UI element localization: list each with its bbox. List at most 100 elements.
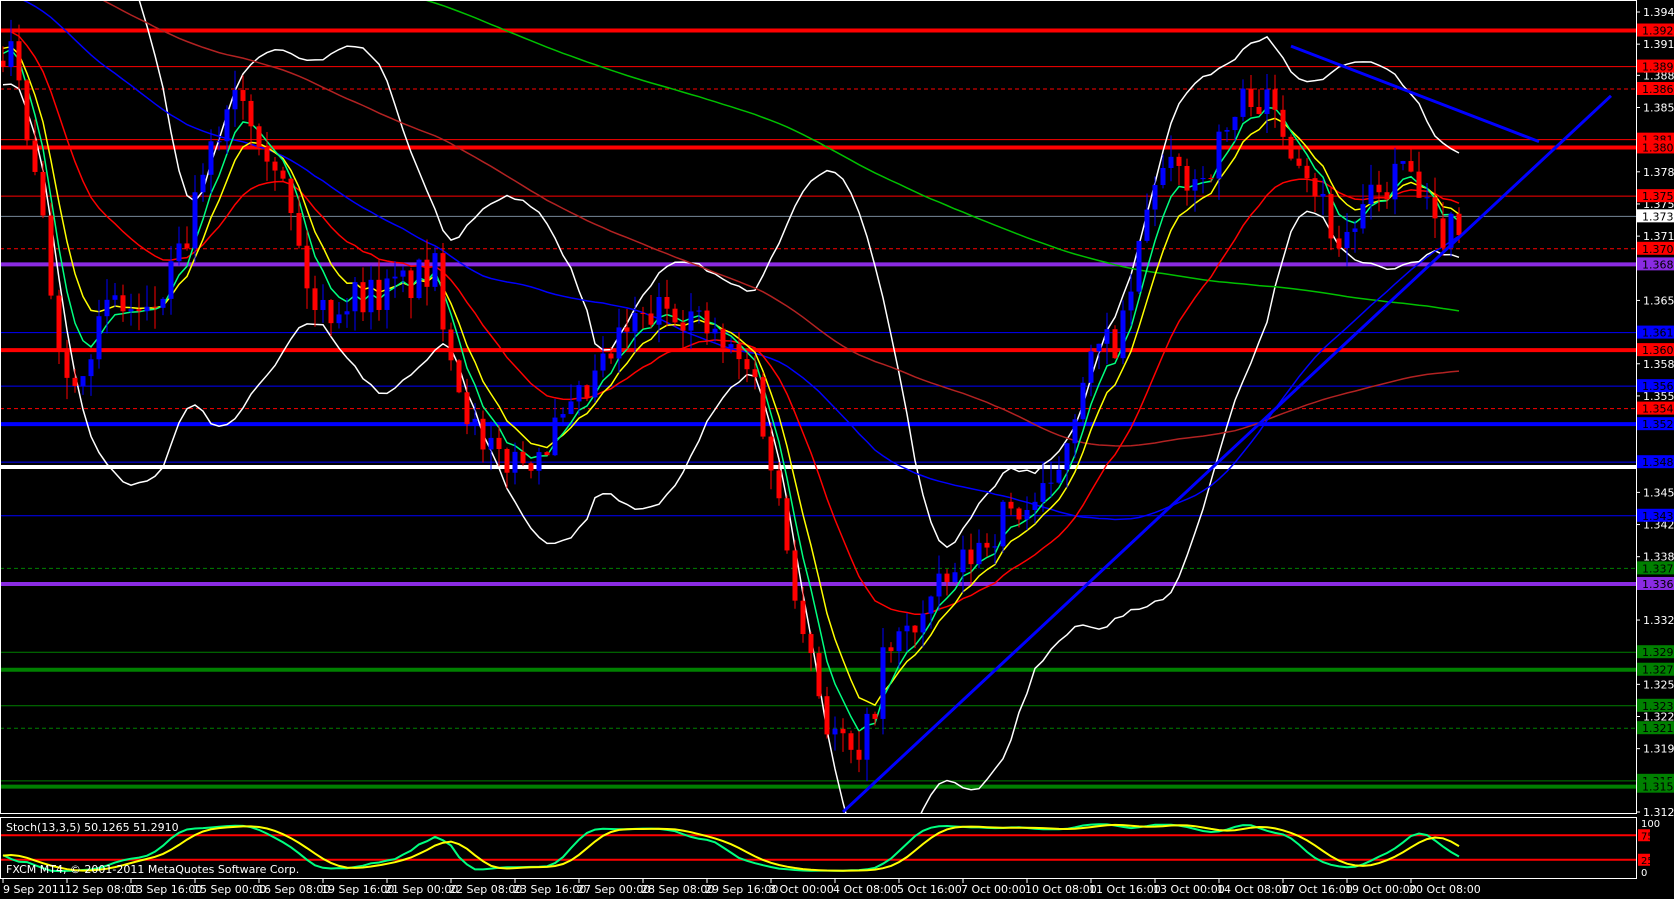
candle-body bbox=[240, 90, 246, 101]
candle-body bbox=[864, 713, 870, 760]
candle-body bbox=[576, 385, 582, 402]
candle-body bbox=[1072, 419, 1078, 444]
candle-body bbox=[160, 298, 166, 308]
candle-body bbox=[776, 470, 782, 499]
candle-body bbox=[896, 631, 902, 652]
price-chart[interactable]: 10075250 1.394801.391501.388301.385001.3… bbox=[0, 0, 1674, 896]
candle-body bbox=[336, 314, 342, 324]
candle-body bbox=[968, 549, 974, 565]
candle-body bbox=[1256, 106, 1262, 114]
time-tick-label: 22 Sep 08:00 bbox=[449, 883, 522, 895]
candle-body bbox=[560, 414, 566, 418]
candle-body bbox=[1136, 240, 1142, 292]
candle-body bbox=[1304, 165, 1310, 179]
candle-body bbox=[1160, 167, 1166, 186]
candle-body bbox=[1440, 218, 1446, 248]
candle-body bbox=[496, 437, 502, 450]
candle-body bbox=[1408, 161, 1414, 172]
candle-body bbox=[424, 259, 430, 287]
candle-body bbox=[280, 170, 286, 179]
candle-body bbox=[400, 270, 406, 277]
time-tick-label: 17 Oct 16:00 bbox=[1281, 883, 1353, 895]
candle-body bbox=[552, 417, 558, 456]
candle-body bbox=[1128, 291, 1134, 311]
candle-body bbox=[592, 370, 598, 398]
candle-body bbox=[1248, 88, 1254, 107]
candle-body bbox=[448, 329, 454, 361]
candle-body bbox=[376, 279, 382, 310]
candle-body bbox=[584, 385, 590, 398]
candle-body bbox=[1000, 501, 1006, 547]
price-tick-label: 1.34550 bbox=[1643, 486, 1674, 499]
time-tick-label: 10 Oct 08:00 bbox=[1025, 883, 1097, 895]
candle-body bbox=[656, 296, 662, 325]
level-price-label: 1.32910 bbox=[1642, 646, 1674, 659]
level-price-label: 1.35640 bbox=[1642, 380, 1674, 393]
time-tick-label: 14 Oct 08:00 bbox=[1217, 883, 1289, 895]
candle-body bbox=[816, 653, 822, 697]
candle-body bbox=[1024, 509, 1030, 520]
candle-body bbox=[16, 41, 22, 81]
candle-body bbox=[1416, 171, 1422, 198]
level-price-label: 1.36890 bbox=[1642, 258, 1674, 271]
candle-body bbox=[392, 276, 398, 279]
candle-body bbox=[784, 498, 790, 551]
copyright-text: FXCM MT4, © 2001-2011 MetaQuotes Softwar… bbox=[6, 863, 299, 876]
candle-body bbox=[640, 313, 646, 315]
candle-body bbox=[768, 436, 774, 471]
candle-body bbox=[624, 327, 630, 332]
price-tick-label: 1.32580 bbox=[1643, 678, 1674, 691]
candle-body bbox=[664, 296, 670, 309]
candle-body bbox=[880, 647, 886, 719]
candle-body bbox=[808, 634, 814, 654]
candle-body bbox=[752, 369, 758, 378]
candle-body bbox=[136, 309, 142, 312]
candle-body bbox=[936, 573, 942, 597]
level-price-label: 1.33770 bbox=[1642, 562, 1674, 575]
candle-body bbox=[616, 327, 622, 359]
candle-body bbox=[1184, 165, 1190, 191]
candle-body bbox=[648, 313, 654, 325]
price-tick-label: 1.31270 bbox=[1643, 806, 1674, 819]
candle-body bbox=[1288, 136, 1294, 159]
candle-body bbox=[672, 308, 678, 323]
candle-body bbox=[488, 437, 494, 450]
candle-body bbox=[800, 600, 806, 635]
price-tick-label: 1.37840 bbox=[1643, 166, 1674, 179]
candle-body bbox=[984, 542, 990, 548]
candle-body bbox=[32, 140, 38, 172]
price-tick-label: 1.35870 bbox=[1643, 358, 1674, 371]
candle-body bbox=[1240, 88, 1246, 117]
candle-body bbox=[320, 299, 326, 311]
level-price-label: 1.31530 bbox=[1642, 781, 1674, 794]
candle-body bbox=[176, 243, 182, 262]
level-price-label: 1.36010 bbox=[1642, 344, 1674, 357]
candle-body bbox=[128, 309, 134, 312]
candle-body bbox=[248, 100, 254, 127]
candle-body bbox=[408, 270, 414, 299]
candle-body bbox=[1392, 163, 1398, 200]
candle-body bbox=[544, 452, 550, 456]
candle-body bbox=[856, 749, 862, 760]
candle-body bbox=[288, 178, 294, 214]
candle-body bbox=[960, 549, 966, 573]
time-tick-label: 19 Oct 00:00 bbox=[1345, 883, 1417, 895]
time-tick-label: 7 Oct 00:00 bbox=[961, 883, 1026, 895]
candle-body bbox=[264, 146, 270, 162]
candle-body bbox=[1312, 178, 1318, 197]
candle-body bbox=[432, 253, 438, 287]
candle-body bbox=[88, 359, 94, 377]
candle-body bbox=[512, 451, 518, 473]
level-price-label: 1.38690 bbox=[1642, 83, 1674, 96]
time-tick-label: 3 Oct 00:00 bbox=[769, 883, 834, 895]
candle-body bbox=[1360, 204, 1366, 229]
candle-body bbox=[184, 243, 190, 249]
level-price-label: 1.39290 bbox=[1642, 25, 1674, 38]
candle-body bbox=[680, 322, 686, 331]
level-price-label: 1.36190 bbox=[1642, 327, 1674, 340]
candle-body bbox=[1056, 469, 1062, 483]
candle-body bbox=[736, 344, 742, 360]
candle-body bbox=[1352, 228, 1358, 232]
candle-body bbox=[328, 299, 334, 324]
time-tick-label: 16 Sep 08:00 bbox=[257, 883, 330, 895]
